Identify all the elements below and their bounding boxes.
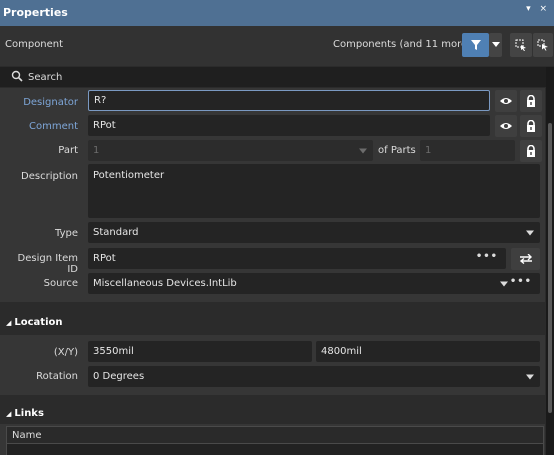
search-input[interactable] <box>28 69 228 85</box>
chevron-down-icon <box>500 281 508 286</box>
of-parts-label: of Parts <box>378 145 416 156</box>
chevron-down-icon <box>491 42 500 47</box>
panel-title: Properties <box>3 6 68 19</box>
type-value: Standard <box>93 227 139 238</box>
links-title: Links <box>14 408 44 419</box>
chevron-down-icon <box>526 230 534 235</box>
comment-label: Comment <box>29 121 78 132</box>
part-value: 1 <box>93 145 100 156</box>
rotation-select[interactable]: 0 Degrees <box>88 366 540 387</box>
lock-icon <box>527 95 535 107</box>
rotation-value: 0 Degrees <box>93 371 145 382</box>
designator-lock-toggle[interactable] <box>520 90 542 112</box>
more-options-icon[interactable]: ••• <box>510 276 532 287</box>
chevron-down-icon <box>359 148 367 153</box>
location-title: Location <box>14 317 63 328</box>
cursor-select-icon <box>537 39 548 51</box>
description-label: Description <box>21 171 78 182</box>
part-label: Part <box>58 145 78 156</box>
filter-summary: Components (and 11 more) <box>333 39 472 50</box>
x-position-field[interactable]: 3550mil <box>88 341 312 362</box>
links-section-header[interactable]: ◢ Links <box>6 408 44 419</box>
select-icon <box>515 39 526 51</box>
x-position-value: 3550mil <box>93 346 134 357</box>
source-value: Miscellaneous Devices.IntLib <box>93 278 237 289</box>
source-select[interactable]: Miscellaneous Devices.IntLib ••• <box>88 273 540 294</box>
lock-icon <box>527 145 535 157</box>
comment-visibility-toggle[interactable] <box>495 115 517 137</box>
type-label: Type <box>55 228 78 239</box>
component-bar: Component Components (and 11 more) <box>0 26 554 66</box>
location-section-header[interactable]: ◢ Location <box>6 317 63 328</box>
of-parts-field: 1 <box>420 140 515 161</box>
links-table-header: Name <box>6 426 544 444</box>
search-icon <box>11 70 23 82</box>
part-lock-toggle[interactable] <box>520 140 542 162</box>
panel-scrollbar[interactable] <box>546 67 554 455</box>
of-parts-value: 1 <box>425 145 432 156</box>
filter-icon <box>470 40 481 50</box>
designator-field[interactable]: R? <box>88 90 490 111</box>
type-select[interactable]: Standard <box>88 222 540 243</box>
part-select[interactable]: 1 <box>88 140 373 161</box>
design-item-id-value: RPot <box>93 253 116 264</box>
eye-icon <box>500 123 512 129</box>
description-field[interactable]: Potentiometer <box>88 164 540 218</box>
designator-visibility-toggle[interactable] <box>495 90 517 112</box>
designator-value: R? <box>94 95 107 106</box>
filter-dropdown-button[interactable] <box>489 33 502 57</box>
comment-value: RPot <box>93 120 116 131</box>
y-position-value: 4800mil <box>321 346 362 357</box>
component-section: Designator R? Comment RPot Part 1 of Par… <box>0 88 545 302</box>
designator-label: Designator <box>23 97 78 108</box>
eye-icon <box>500 98 512 104</box>
design-item-id-field[interactable]: RPot ••• <box>88 248 506 269</box>
filter-button[interactable] <box>462 33 489 57</box>
source-label: Source <box>43 278 78 289</box>
links-name-column[interactable]: Name <box>12 430 42 441</box>
pick-object-button[interactable] <box>533 33 553 57</box>
comment-field[interactable]: RPot <box>88 115 490 136</box>
panel-controls[interactable]: ▾ × <box>526 4 550 14</box>
y-position-field[interactable]: 4800mil <box>316 341 540 362</box>
rotation-label: Rotation <box>36 371 78 382</box>
panel-title-bar: Properties ▾ × <box>0 0 554 26</box>
more-options-icon[interactable]: ••• <box>476 251 498 262</box>
swap-icon <box>519 254 532 264</box>
component-type-label: Component <box>5 39 64 50</box>
select-objects-button[interactable] <box>510 33 532 57</box>
search-bar <box>0 67 554 87</box>
collapse-triangle-icon: ◢ <box>6 410 12 418</box>
lock-icon <box>527 120 535 132</box>
description-value: Potentiometer <box>93 170 165 181</box>
links-table-body <box>6 444 544 455</box>
chevron-down-icon <box>526 374 534 379</box>
comment-lock-toggle[interactable] <box>520 115 542 137</box>
collapse-triangle-icon: ◢ <box>6 319 12 327</box>
xy-label: (X/Y) <box>53 347 78 358</box>
links-section: Name <box>0 424 545 455</box>
swap-component-button[interactable] <box>511 248 540 270</box>
scrollbar-thumb[interactable] <box>548 123 552 413</box>
design-item-id-label: Design Item ID <box>17 253 78 275</box>
location-section: (X/Y) 3550mil 4800mil Rotation 0 Degrees <box>0 335 545 395</box>
